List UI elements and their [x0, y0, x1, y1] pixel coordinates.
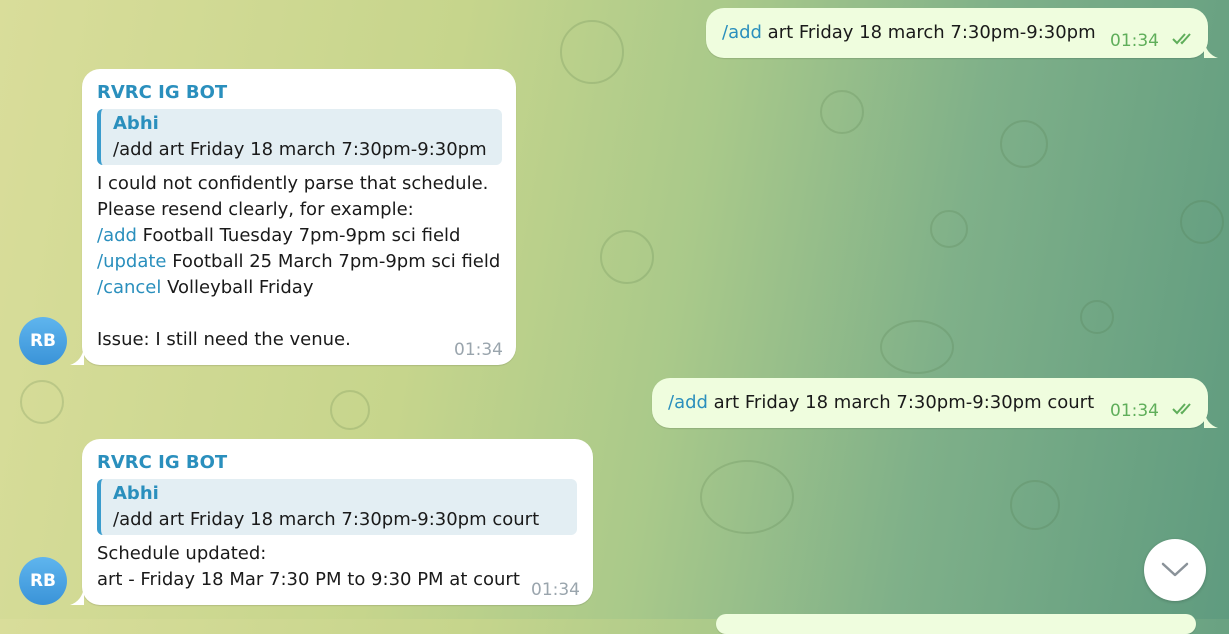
message-line: Schedule updated: [97, 543, 267, 564]
double-check-icon [1172, 403, 1191, 415]
message-line: Please resend clearly, for example: [97, 199, 414, 220]
example-line: /add Football Tuesday 7pm-9pm sci field [97, 223, 502, 249]
avatar[interactable]: RB [19, 317, 67, 365]
chevron-down-icon [1161, 562, 1189, 577]
sender-name[interactable]: RVRC IG BOT [97, 451, 577, 475]
command-link[interactable]: /cancel [97, 277, 161, 298]
bubble-tail [1204, 40, 1218, 58]
message-time: 01:34 [454, 340, 503, 360]
message-text: /add art Friday 18 march 7:30pm-9:30pm c… [668, 390, 1094, 416]
bubble-tail [70, 347, 84, 365]
message-line: I could not confidently parse that sched… [97, 173, 489, 194]
sender-name[interactable]: RVRC IG BOT [97, 81, 502, 105]
bubble-tail [70, 587, 84, 605]
incoming-message[interactable]: RVRC IG BOT Abhi /add art Friday 18 marc… [82, 69, 516, 365]
avatar[interactable]: RB [19, 557, 67, 605]
command-link[interactable]: /update [97, 251, 167, 272]
message-time: 01:34 [1110, 401, 1159, 421]
message-body: art Friday 18 march 7:30pm-9:30pm court [707, 392, 1095, 413]
message-body: art Friday 18 march 7:30pm-9:30pm [761, 22, 1096, 43]
message-line: art - Friday 18 Mar 7:30 PM to 9:30 PM a… [97, 569, 520, 590]
outgoing-message-partial[interactable] [716, 614, 1196, 634]
double-check-icon [1172, 33, 1191, 45]
quote-author: Abhi [113, 483, 159, 504]
incoming-message[interactable]: RVRC IG BOT Abhi /add art Friday 18 marc… [82, 439, 593, 605]
example-text: Volleyball Friday [161, 277, 314, 298]
example-line: /cancel Volleyball Friday [97, 275, 502, 301]
example-text: Football 25 March 7pm-9pm sci field [166, 251, 501, 272]
quote-text: /add art Friday 18 march 7:30pm-9:30pm [113, 139, 487, 160]
outgoing-message[interactable]: /add art Friday 18 march 7:30pm-9:30pm 0… [706, 8, 1208, 58]
command-link[interactable]: /add [97, 225, 137, 246]
issue-line: Issue: I still need the venue. [97, 329, 351, 350]
message-time: 01:34 [531, 580, 580, 600]
reply-quote[interactable]: Abhi /add art Friday 18 march 7:30pm-9:3… [97, 109, 502, 165]
quote-author: Abhi [113, 113, 159, 134]
outgoing-message[interactable]: /add art Friday 18 march 7:30pm-9:30pm c… [652, 378, 1208, 428]
quote-text: /add art Friday 18 march 7:30pm-9:30pm c… [113, 509, 540, 530]
reply-quote[interactable]: Abhi /add art Friday 18 march 7:30pm-9:3… [97, 479, 577, 535]
command-link[interactable]: /add [722, 22, 762, 43]
scroll-down-button[interactable] [1144, 539, 1206, 601]
command-link[interactable]: /add [668, 392, 708, 413]
message-time: 01:34 [1110, 31, 1159, 51]
bubble-tail [1204, 410, 1218, 428]
message-text: /add art Friday 18 march 7:30pm-9:30pm [722, 20, 1096, 46]
example-line: /update Football 25 March 7pm-9pm sci fi… [97, 249, 502, 275]
example-text: Football Tuesday 7pm-9pm sci field [136, 225, 461, 246]
